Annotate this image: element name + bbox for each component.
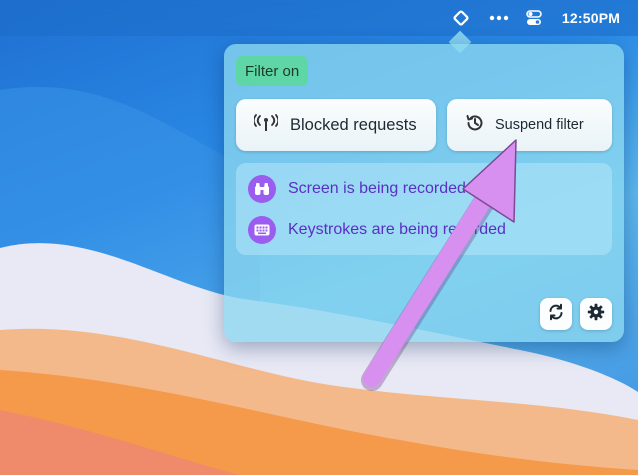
alert-keystrokes-recorded: Keystrokes are being recorded (248, 216, 506, 244)
suspend-filter-label: Suspend filter (495, 117, 584, 133)
recording-alerts: Screen is being recorded Keystrokes are … (236, 163, 612, 255)
antenna-icon (252, 113, 280, 137)
refresh-icon (547, 303, 565, 326)
alert-screen-recorded: Screen is being recorded (248, 175, 466, 203)
alert-keystrokes-text: Keystrokes are being recorded (288, 221, 506, 238)
suspend-filter-button[interactable]: Suspend filter (447, 99, 612, 151)
filter-diamond-icon[interactable] (450, 0, 472, 36)
history-icon (465, 113, 485, 137)
gear-icon (587, 303, 605, 326)
status-badge: Filter on (236, 56, 309, 86)
control-center-icon[interactable] (523, 0, 545, 36)
keyboard-icon (248, 216, 276, 244)
menu-clock[interactable]: 12:50PM (556, 0, 626, 36)
alert-screen-text: Screen is being recorded (288, 180, 466, 197)
binoculars-icon (248, 175, 276, 203)
menu-bar: 12:50PM (0, 0, 638, 36)
blocked-requests-button[interactable]: Blocked requests (236, 99, 436, 151)
filter-popover: Filter on Blocked requests Suspend filte… (224, 44, 624, 342)
more-dots-icon[interactable] (488, 0, 510, 36)
settings-button[interactable] (580, 298, 612, 330)
refresh-button[interactable] (540, 298, 572, 330)
blocked-requests-label: Blocked requests (290, 115, 417, 134)
